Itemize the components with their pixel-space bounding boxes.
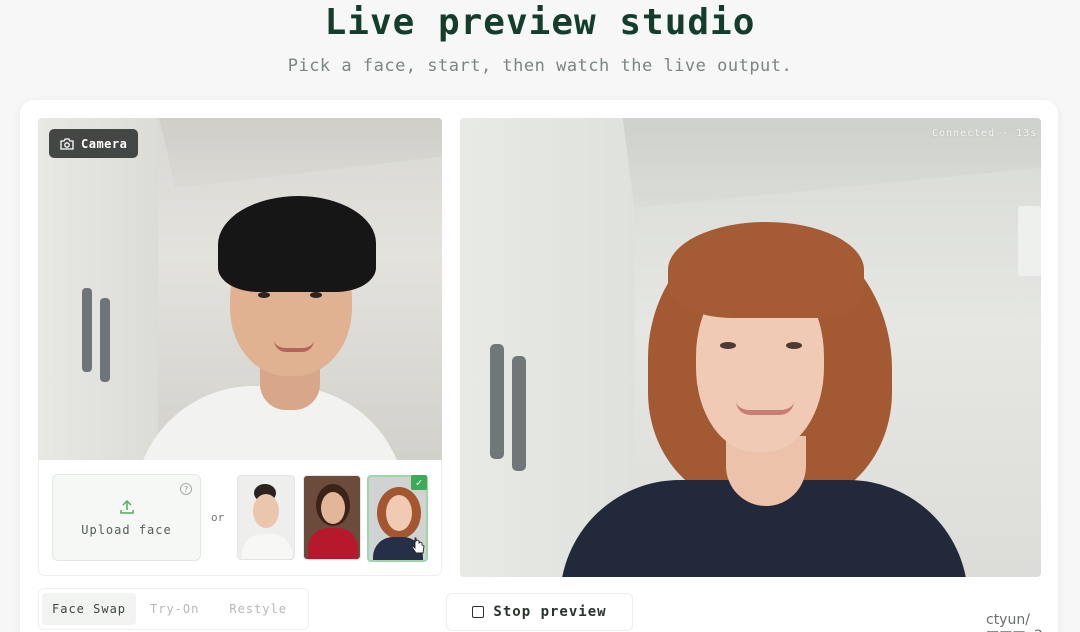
tab-restyle[interactable]: Restyle [219,593,297,625]
camera-badge: Camera [49,129,139,158]
selected-check-icon: ✓ [411,475,427,490]
connection-status: Connected · 13s [932,128,1038,139]
camera-feed [38,118,442,460]
camera-badge-label: Camera [81,136,128,151]
camera-icon [60,137,74,150]
live-output [460,118,1041,577]
or-label: or [211,511,225,524]
face-option-1[interactable] [237,475,295,560]
stop-preview-label: Stop preview [493,604,607,620]
tab-try-on[interactable]: Try-On [140,593,209,625]
page-title: Live preview studio [324,2,756,43]
mode-tabs: Face Swap Try-On Restyle [38,588,309,630]
stop-icon [472,606,485,618]
upload-icon [118,498,136,519]
pointer-cursor-icon [411,537,425,559]
tab-face-swap[interactable]: Face Swap [42,593,137,625]
stop-preview-button[interactable]: Stop preview [446,593,633,631]
upload-face-button[interactable]: Upload face [52,474,201,561]
page-subtitle: Pick a face, start, then watch the live … [287,56,793,76]
face-option-2[interactable] [303,475,361,560]
upload-face-label: Upload face [81,523,172,537]
watermark: ctyun/□□□v2 [986,612,1043,632]
help-icon[interactable]: ? [180,483,192,495]
